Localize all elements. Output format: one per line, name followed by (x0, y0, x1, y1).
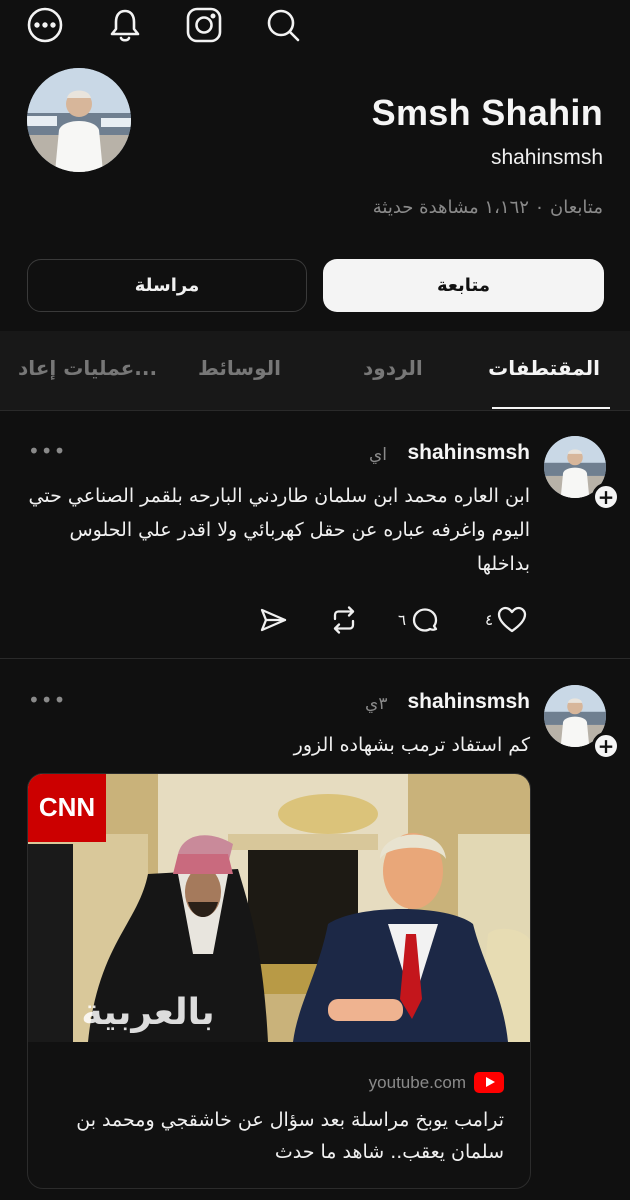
heart-icon (497, 606, 527, 633)
post-actions: ٤ ٦ (0, 600, 630, 640)
share-button[interactable] (258, 600, 288, 640)
search-icon[interactable] (262, 4, 304, 46)
link-domain: youtube.com (368, 1072, 466, 1092)
link-source: youtube.com (369, 1072, 504, 1093)
link-preview-image: CNN بالعربية (28, 774, 530, 1042)
cnn-logo: CNN (39, 792, 95, 822)
tab-media[interactable]: الوسائط (198, 356, 281, 380)
tab-replies[interactable]: الردود (363, 356, 423, 380)
bell-icon[interactable] (104, 4, 146, 46)
reply-count: ٦ (398, 611, 407, 629)
top-icon-bar (24, 4, 314, 46)
profile-name: Smsh Shahin (371, 92, 603, 133)
profile-avatar[interactable] (27, 68, 131, 172)
divider (0, 410, 630, 411)
post-more-icon[interactable]: ••• (28, 439, 66, 463)
more-circle-icon[interactable] (24, 4, 66, 46)
follow-plus-icon[interactable]: + (592, 732, 620, 760)
instagram-icon[interactable] (183, 4, 225, 46)
reply-button[interactable]: ٦ (398, 600, 440, 640)
follow-plus-icon[interactable]: + (592, 483, 620, 511)
post-text: كم استفاد ترمب بشهاده الزور (293, 734, 530, 756)
profile-stats[interactable]: متابعان ٠ ١،١٦٢ مشاهدة حديثة (373, 197, 603, 218)
follow-button[interactable]: متابعة (323, 259, 604, 312)
like-button[interactable]: ٤ (485, 600, 527, 640)
message-button[interactable]: مراسلة (27, 259, 307, 312)
like-count: ٤ (485, 611, 494, 629)
post-username[interactable]: shahinsmsh (407, 690, 530, 714)
post-timestamp: ٣ي (365, 694, 388, 714)
repost-button[interactable] (329, 600, 359, 640)
divider (0, 658, 630, 659)
comment-icon (412, 608, 438, 632)
cnn-arabic-watermark: بالعربية (81, 992, 214, 1033)
link-preview-card[interactable]: CNN بالعربية youtube.com ترامب يوبخ مراس… (27, 773, 531, 1189)
profile-handle: shahinsmsh (490, 146, 603, 169)
post-text: ابن العاره محمد ابن سلمان طاردني البارحه… (28, 485, 531, 575)
send-icon (260, 608, 287, 632)
link-title: ترامب يوبخ مراسلة بعد سؤال عن خاشقجي ومح… (76, 1109, 504, 1163)
tab-threads[interactable]: المقتطفات (488, 356, 600, 380)
post-timestamp: اي (369, 445, 388, 465)
repost-icon (333, 606, 355, 634)
youtube-icon (474, 1072, 504, 1093)
active-tab-indicator (492, 407, 610, 409)
post-username[interactable]: shahinsmsh (407, 441, 530, 465)
post-more-icon[interactable]: ••• (28, 688, 66, 712)
tab-reposts[interactable]: عمليات إعاد... (18, 356, 157, 380)
